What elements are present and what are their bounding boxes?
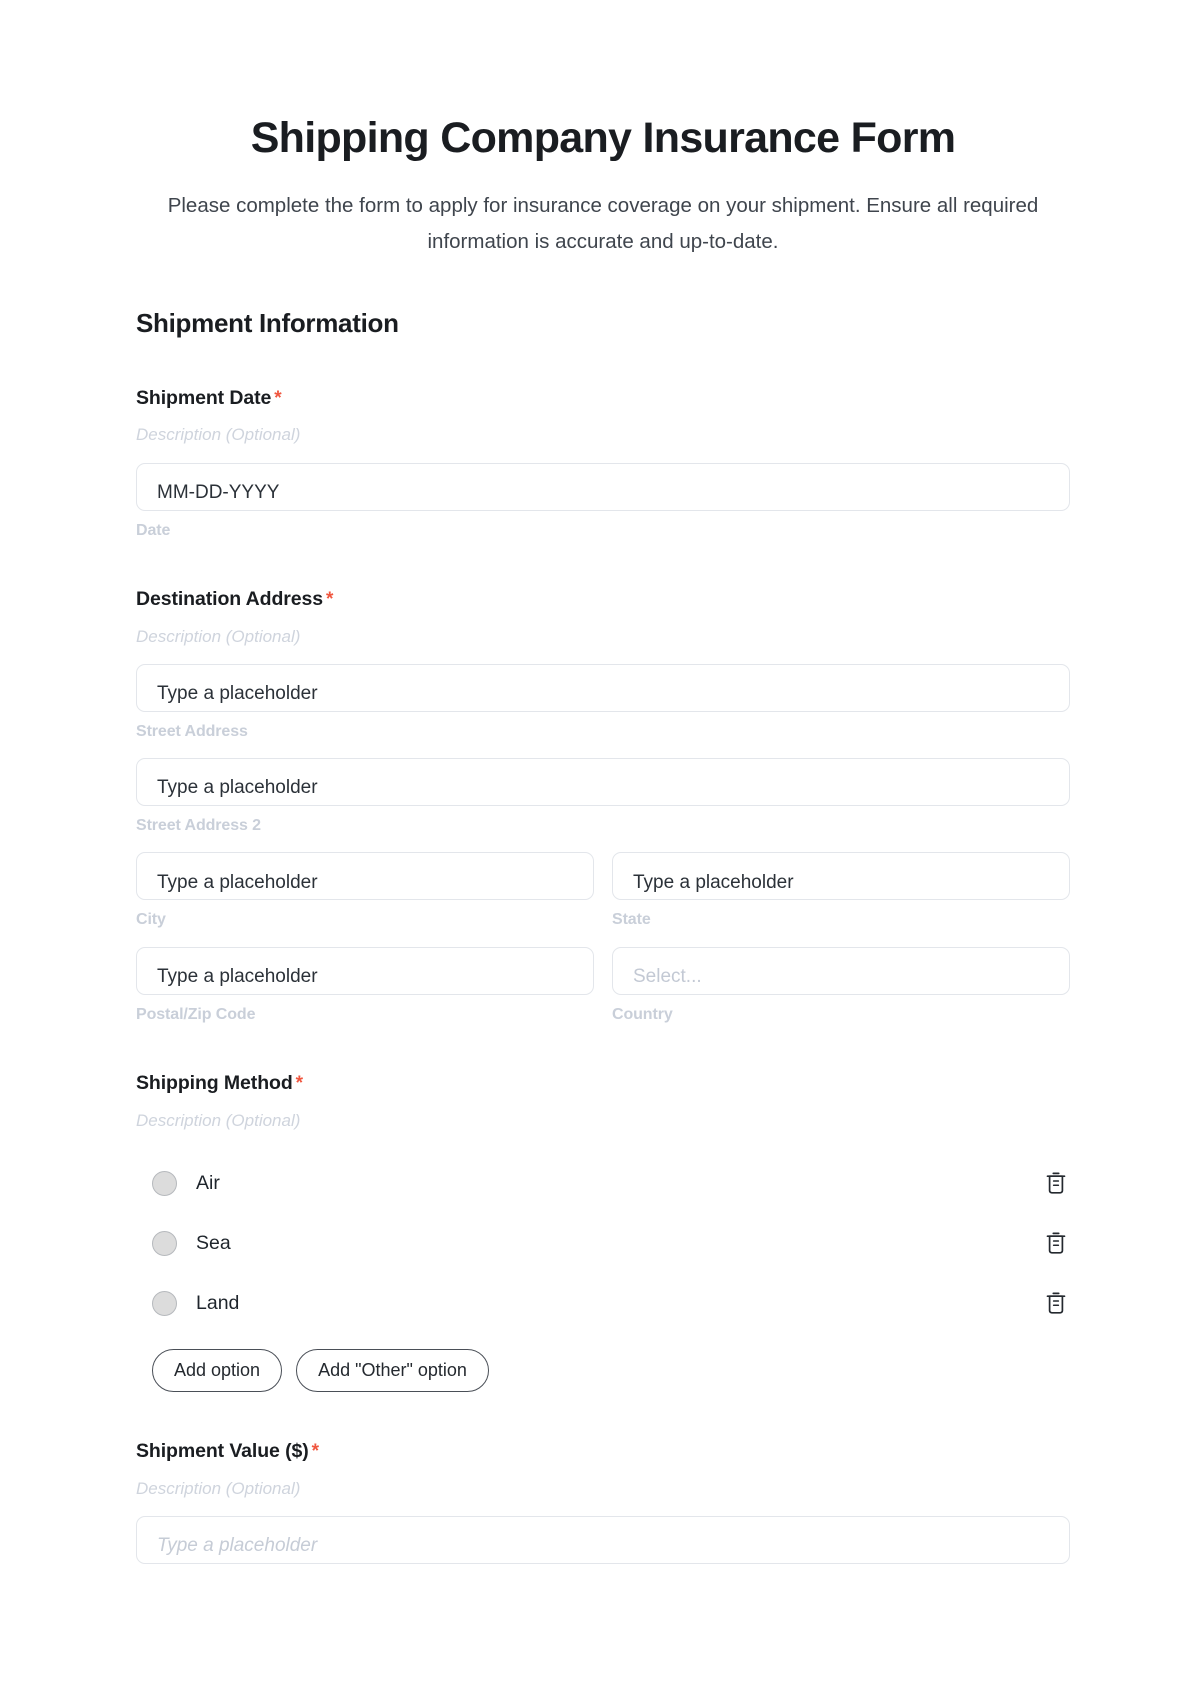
shipping-method-options: Air Sea Land bbox=[136, 1153, 1070, 1333]
required-asterisk: * bbox=[295, 1072, 303, 1094]
address-line-postal-code: Type a placeholder Postal/Zip Code bbox=[136, 930, 594, 1024]
required-asterisk: * bbox=[274, 387, 282, 409]
field-label-text: Shipment Value ($) bbox=[136, 1440, 309, 1462]
field-shipment-date: Shipment Date * Description (Optional) MM… bbox=[136, 339, 1070, 540]
field-label-text: Destination Address bbox=[136, 587, 323, 610]
city-placeholder: Type a placeholder bbox=[157, 871, 318, 893]
address-line-street-address-2: Type a placeholder Street Address 2 bbox=[136, 758, 1070, 835]
sub-label-postal-zip-code: Postal/Zip Code bbox=[136, 1005, 256, 1023]
address-row-city-state: Type a placeholder City Type a placehold… bbox=[136, 835, 1070, 929]
country-select-placeholder: Select... bbox=[633, 965, 702, 987]
field-description-shipment-value: Description (Optional) bbox=[136, 1478, 301, 1498]
state-placeholder: Type a placeholder bbox=[633, 871, 794, 893]
option-label-sea: Sea bbox=[196, 1231, 231, 1254]
sub-label-country: Country bbox=[612, 1005, 673, 1023]
required-asterisk: * bbox=[311, 1441, 319, 1462]
trash-icon[interactable] bbox=[1044, 1230, 1068, 1256]
radio-button-air[interactable] bbox=[152, 1170, 177, 1196]
option-label-air: Air bbox=[196, 1171, 220, 1194]
option-row-land[interactable]: Land bbox=[136, 1273, 1070, 1333]
postal-code-placeholder: Type a placeholder bbox=[157, 965, 318, 987]
option-row-sea[interactable]: Sea bbox=[136, 1213, 1070, 1273]
country-select[interactable]: Select... bbox=[612, 946, 1070, 995]
address-line-street-address: Type a placeholder Street Address bbox=[136, 664, 1070, 741]
postal-code-input[interactable]: Type a placeholder bbox=[136, 946, 594, 995]
field-label-shipment-value: Shipment Value ($) * bbox=[136, 1440, 1070, 1464]
city-input[interactable]: Type a placeholder bbox=[136, 852, 594, 901]
sub-label-state: State bbox=[612, 911, 651, 929]
field-label-text: Shipment Date bbox=[136, 386, 272, 409]
option-row-air[interactable]: Air bbox=[136, 1153, 1070, 1213]
radio-button-land[interactable] bbox=[152, 1290, 177, 1316]
add-option-button[interactable]: Add option bbox=[152, 1349, 283, 1392]
sub-label-city: City bbox=[136, 911, 166, 929]
field-destination-address: Destination Address * Description (Option… bbox=[136, 540, 1070, 1024]
address-row-postal-country: Type a placeholder Postal/Zip Code Selec… bbox=[136, 930, 1070, 1024]
address-line-country: Select... Country bbox=[612, 930, 1070, 1024]
shipment-value-input[interactable]: Type a placeholder bbox=[136, 1516, 1070, 1565]
address-line-state: Type a placeholder State bbox=[612, 835, 1070, 929]
field-description-destination-address: Description (Optional) bbox=[136, 626, 301, 646]
add-other-option-button[interactable]: Add "Other" option bbox=[296, 1349, 489, 1392]
street-address-2-input[interactable]: Type a placeholder bbox=[136, 758, 1070, 807]
trash-icon[interactable] bbox=[1044, 1290, 1068, 1316]
field-description-shipment-date: Description (Optional) bbox=[136, 425, 301, 445]
option-label-land: Land bbox=[196, 1291, 240, 1314]
street-address-input[interactable]: Type a placeholder bbox=[136, 664, 1070, 713]
sub-label-street-address-2: Street Address 2 bbox=[136, 817, 261, 835]
trash-icon[interactable] bbox=[1044, 1170, 1068, 1196]
shipment-date-input[interactable]: MM-DD-YYYY bbox=[136, 462, 1070, 511]
state-input[interactable]: Type a placeholder bbox=[612, 852, 1070, 901]
street-address-2-placeholder: Type a placeholder bbox=[157, 777, 318, 799]
field-label-shipment-date: Shipment Date * bbox=[136, 387, 1070, 411]
shipment-value-placeholder: Type a placeholder bbox=[157, 1535, 318, 1557]
page-title: Shipping Company Insurance Form bbox=[250, 114, 956, 162]
field-label-shipping-method: Shipping Method * bbox=[136, 1072, 1070, 1096]
section-heading-shipment-information: Shipment Information bbox=[136, 307, 399, 338]
radio-button-sea[interactable] bbox=[152, 1230, 177, 1256]
shipment-date-input-value: MM-DD-YYYY bbox=[157, 481, 280, 503]
address-line-city: Type a placeholder City bbox=[136, 835, 594, 929]
sub-label-street-address: Street Address bbox=[136, 723, 248, 741]
sub-label-date: Date bbox=[136, 521, 171, 539]
field-label-text: Shipping Method bbox=[136, 1071, 293, 1094]
page-subtitle: Please complete the form to apply for in… bbox=[167, 193, 1039, 253]
field-shipment-value: Shipment Value ($) * Description (Optiona… bbox=[136, 1392, 1070, 1565]
required-asterisk: * bbox=[326, 588, 334, 610]
insurance-form-page: Shipping Company Insurance Form Please c… bbox=[0, 0, 1200, 1700]
street-address-placeholder: Type a placeholder bbox=[157, 683, 318, 705]
field-label-destination-address: Destination Address * bbox=[136, 588, 1070, 612]
field-shipping-method: Shipping Method * Description (Optional) … bbox=[136, 1024, 1070, 1392]
field-description-shipping-method: Description (Optional) bbox=[136, 1110, 301, 1130]
option-buttons: Add option Add "Other" option bbox=[136, 1349, 1070, 1392]
